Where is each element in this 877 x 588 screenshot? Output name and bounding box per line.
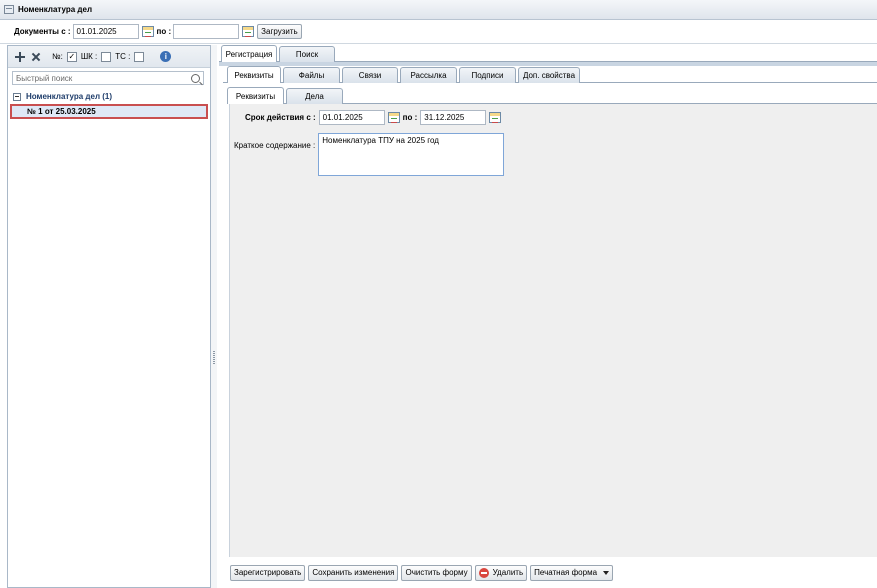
summary-row: Краткое содержание : Номенклатура ТПУ на… <box>234 133 505 176</box>
print-form-button[interactable]: Печатная форма <box>530 564 614 581</box>
left-panel: №: ✓ ШК : ТС : i Быстрый поиск Номенклат… <box>7 45 211 588</box>
splitter-grip-icon[interactable] <box>213 351 215 365</box>
calendar-icon[interactable] <box>141 26 154 37</box>
delete-icon <box>478 567 489 578</box>
delete-button-label: Удалить <box>492 568 524 577</box>
save-changes-button[interactable]: Сохранить изменения <box>308 564 399 581</box>
delete-button[interactable]: Удалить <box>474 564 528 581</box>
window-title-bar: Номенклатура дел <box>0 0 877 20</box>
form-area: Срок действия с : 01.01.2025 по : 31.12.… <box>229 104 877 557</box>
validity-label: Срок действия с : <box>245 113 316 122</box>
docs-to-label: по : <box>156 27 172 36</box>
form-footer: Зарегистрировать Сохранить изменения Очи… <box>229 557 877 588</box>
info-icon[interactable]: i <box>160 51 172 62</box>
tree-item-selected[interactable]: № 1 от 25.03.2025 <box>10 104 208 119</box>
num-checkbox[interactable]: ✓ <box>66 51 77 62</box>
clear-form-button[interactable]: Очистить форму <box>401 564 472 581</box>
tree-root-label: Номенклатура дел (1) <box>26 92 113 101</box>
summary-textarea[interactable]: Номенклатура ТПУ на 2025 год <box>318 133 505 176</box>
tab-signatures[interactable]: Подписи <box>459 67 516 83</box>
tree-item-label: № 1 от 25.03.2025 <box>27 107 96 116</box>
left-toolbar: №: ✓ ШК : ТС : i <box>8 46 210 68</box>
summary-label: Краткое содержание : <box>234 141 316 150</box>
tab-files[interactable]: Файлы <box>283 67 340 83</box>
tc-checkbox[interactable] <box>134 51 145 62</box>
window-title: Номенклатура дел <box>18 5 93 14</box>
tab-search[interactable]: Поиск <box>279 46 335 62</box>
tc-label: ТС : <box>115 52 131 61</box>
tab-links[interactable]: Связи <box>342 67 398 83</box>
num-label: №: <box>52 52 63 61</box>
tab-requisites-sub[interactable]: Реквизиты <box>227 87 284 104</box>
window-icon <box>4 5 14 14</box>
shk-checkbox[interactable] <box>101 51 112 62</box>
validity-from-input[interactable]: 01.01.2025 <box>318 110 385 125</box>
tab-cases[interactable]: Дела <box>286 88 343 104</box>
filter-bar: Документы с : 01.01.2025 по : Загрузить <box>0 20 877 44</box>
tabs-level1: Регистрация Поиск <box>221 45 335 62</box>
docs-from-input[interactable]: 01.01.2025 <box>72 24 139 39</box>
tab-requisites[interactable]: Реквизиты <box>227 66 281 83</box>
panel-splitter[interactable] <box>211 45 217 588</box>
right-panel: Регистрация Поиск Реквизиты Файлы Связи … <box>219 45 877 588</box>
quick-search-placeholder: Быстрый поиск <box>16 73 73 83</box>
search-icon[interactable] <box>191 73 200 83</box>
tabs-level2: Реквизиты Файлы Связи Рассылка Подписи Д… <box>227 66 580 83</box>
calendar-icon[interactable] <box>489 112 502 123</box>
tab-registration[interactable]: Регистрация <box>221 45 277 62</box>
collapse-node-icon[interactable] <box>13 92 21 101</box>
register-button[interactable]: Зарегистрировать <box>230 564 306 581</box>
tab-extra-properties[interactable]: Доп. свойства <box>518 67 580 83</box>
collapse-all-icon[interactable] <box>30 51 42 63</box>
docs-from-label: Документы с : <box>14 27 71 36</box>
validity-row: Срок действия с : 01.01.2025 по : 31.12.… <box>245 110 504 125</box>
load-button[interactable]: Загрузить <box>257 24 302 39</box>
quick-search-input[interactable]: Быстрый поиск <box>12 71 204 85</box>
expand-all-icon[interactable] <box>14 51 26 63</box>
tree-root[interactable]: Номенклатура дел (1) <box>8 92 210 101</box>
calendar-icon[interactable] <box>242 26 255 37</box>
calendar-icon[interactable] <box>387 112 400 123</box>
tab-mailing[interactable]: Рассылка <box>400 67 457 83</box>
shk-label: ШК : <box>80 52 98 61</box>
tabs-level3: Реквизиты Дела <box>227 87 343 104</box>
chevron-down-icon <box>603 570 610 575</box>
validity-to-label: по : <box>402 113 418 122</box>
docs-to-input[interactable] <box>173 24 240 39</box>
print-form-label: Печатная форма <box>534 568 598 577</box>
validity-to-input[interactable]: 31.12.2025 <box>420 110 487 125</box>
